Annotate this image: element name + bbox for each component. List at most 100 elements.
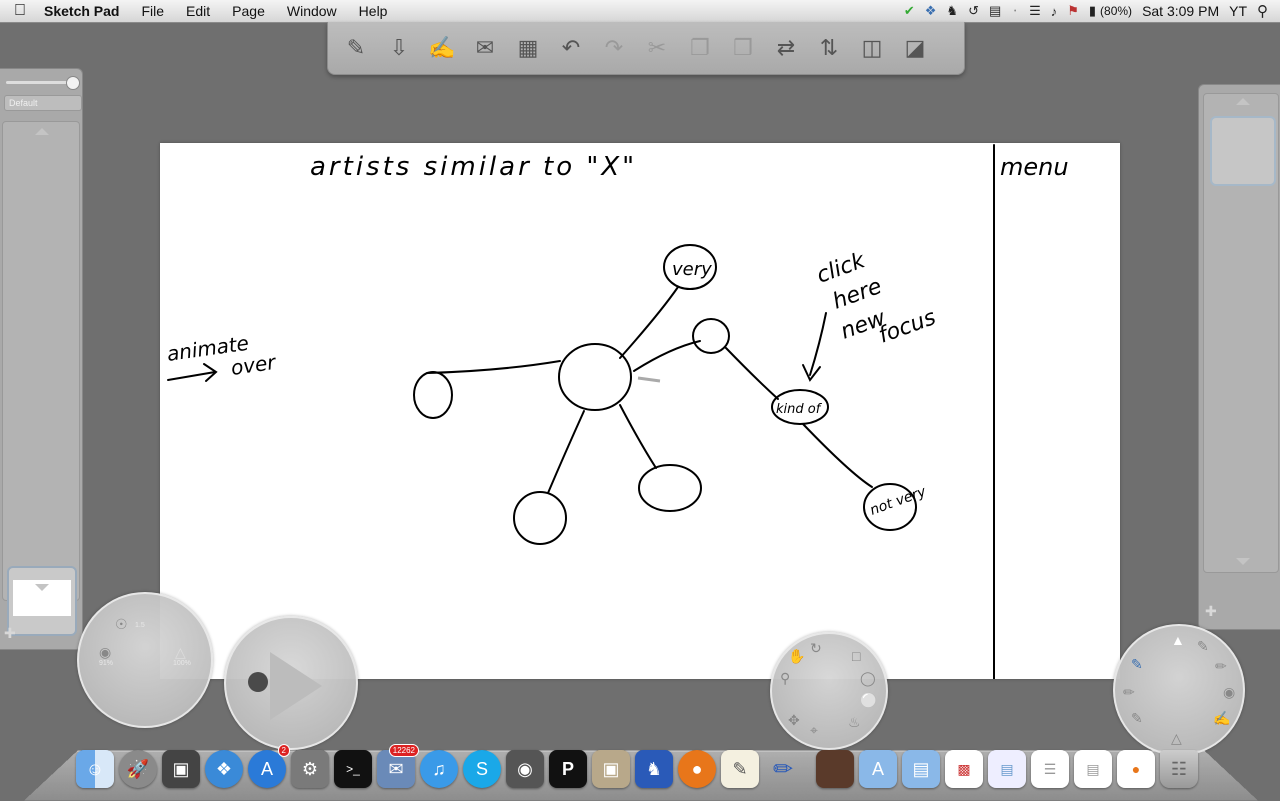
brush-settings-wheel[interactable]: ☉ 1.5 ◉ 91% △ 100% bbox=[77, 592, 213, 728]
page-list[interactable] bbox=[2, 121, 80, 636]
tools-wheel[interactable]: ✋ ↻ □ ◯ ⚪ ⚲ ✥ ⌖ ♨ bbox=[770, 632, 888, 750]
display-icon[interactable]: ▤ bbox=[989, 3, 1001, 19]
battery-percent[interactable]: (80%) bbox=[1100, 4, 1132, 18]
menu-help[interactable]: Help bbox=[348, 3, 399, 19]
app-store-icon[interactable]: A 2 bbox=[248, 744, 290, 788]
clock[interactable]: Sat 3:09 PM bbox=[1142, 3, 1219, 19]
app-menu[interactable]: Sketch Pad bbox=[40, 3, 130, 19]
new-page-icon[interactable]: ✎ bbox=[338, 30, 374, 66]
scroll-up-icon[interactable] bbox=[35, 128, 49, 135]
battery-icon[interactable]: ▮ bbox=[1089, 3, 1096, 19]
color-wheel[interactable] bbox=[224, 616, 358, 750]
prezi-icon[interactable]: P bbox=[549, 750, 587, 788]
brushes-wheel[interactable]: ▲ ✎ ✏ ◉ ✍ △ ✎ ✏ ✎ bbox=[1113, 624, 1245, 756]
user-name[interactable]: YT bbox=[1229, 3, 1247, 19]
trash-icon[interactable]: ☷ bbox=[1160, 750, 1198, 788]
dropbox-icon[interactable]: ❖ bbox=[925, 3, 937, 19]
menu-window[interactable]: Window bbox=[276, 3, 348, 19]
firefox-icon[interactable]: ● bbox=[678, 750, 716, 788]
pencil-brush-icon[interactable]: ▲ bbox=[1171, 632, 1185, 648]
menu-edit[interactable]: Edit bbox=[175, 3, 221, 19]
documents-folder-icon[interactable]: ▤ bbox=[902, 750, 940, 788]
volume-icon[interactable]: ♪ bbox=[1051, 4, 1058, 19]
opacity-icon[interactable]: ◉ bbox=[99, 644, 111, 661]
input-flag-icon[interactable]: ⚑ bbox=[1067, 3, 1079, 19]
smudge-icon[interactable]: ✍ bbox=[1213, 710, 1230, 727]
sketch-pad-icon[interactable]: ✏ bbox=[764, 750, 802, 788]
hand-tool-icon[interactable]: ✋ bbox=[788, 648, 805, 665]
safari-icon[interactable]: ❖ bbox=[205, 750, 243, 788]
airbrush-icon[interactable]: ◉ bbox=[1223, 684, 1235, 701]
webpage-document-icon[interactable]: ▤ bbox=[1074, 750, 1112, 788]
lasso-icon[interactable]: ⚪ bbox=[860, 692, 877, 709]
previous-page-icon[interactable]: ◫ bbox=[854, 30, 890, 66]
edit-page-icon[interactable]: ✍ bbox=[424, 30, 460, 66]
copy-icon[interactable]: ❐ bbox=[682, 30, 718, 66]
bluetooth-icon[interactable]: ᛫ bbox=[1011, 4, 1019, 19]
photo-booth-icon[interactable]: ▣ bbox=[162, 750, 200, 788]
itunes-icon[interactable]: ♫ bbox=[420, 750, 458, 788]
evernote-icon[interactable]: ♞ bbox=[946, 3, 958, 19]
rect-select-icon[interactable]: □ bbox=[852, 648, 860, 664]
chart-document-icon[interactable]: ▩ bbox=[945, 750, 983, 788]
recent-photo-icon[interactable] bbox=[816, 750, 854, 788]
wifi-icon[interactable]: ☰ bbox=[1029, 3, 1041, 19]
right-add-icon[interactable]: ✚ bbox=[1205, 603, 1217, 620]
time-machine-icon[interactable]: ↺ bbox=[968, 3, 979, 19]
redo-icon[interactable]: ↷ bbox=[596, 30, 632, 66]
preset-select[interactable]: Default bbox=[4, 95, 82, 111]
email-icon[interactable]: ✉ bbox=[467, 30, 503, 66]
pen-brush-icon[interactable]: ✎ bbox=[1197, 638, 1209, 655]
system-preferences-icon[interactable]: ⚙ bbox=[291, 750, 329, 788]
zoom-tool-icon[interactable]: ⚲ bbox=[780, 670, 790, 687]
brush-size-icon[interactable]: ☉ bbox=[115, 616, 128, 633]
screenshot-document-icon[interactable]: ▤ bbox=[988, 750, 1026, 788]
right-scroll-down-icon[interactable] bbox=[1236, 558, 1250, 565]
preview-icon[interactable]: ▣ bbox=[592, 750, 630, 788]
size-slider-knob[interactable] bbox=[66, 76, 80, 90]
import-icon[interactable]: ⇩ bbox=[381, 30, 417, 66]
text-document-icon[interactable]: ☰ bbox=[1031, 750, 1069, 788]
skype-icon[interactable]: S bbox=[463, 750, 501, 788]
paint-brush-icon[interactable]: ✎ bbox=[1131, 710, 1143, 727]
downloads-stack-icon[interactable]: ● bbox=[1117, 750, 1155, 788]
next-page-icon[interactable]: ◪ bbox=[897, 30, 933, 66]
size-slider-track[interactable] bbox=[6, 81, 74, 84]
crop-tool-icon[interactable]: ⌖ bbox=[810, 722, 818, 739]
applications-folder-icon[interactable]: A bbox=[859, 750, 897, 788]
add-page-icon[interactable]: ✚ bbox=[4, 625, 16, 642]
scroll-down-icon[interactable] bbox=[35, 584, 49, 591]
color-dot-icon[interactable] bbox=[248, 672, 268, 692]
marker-brush-icon[interactable]: ✏ bbox=[1215, 658, 1227, 675]
status-check-icon[interactable]: ✔ bbox=[904, 3, 915, 19]
flow-icon[interactable]: △ bbox=[175, 644, 186, 661]
right-scroll-up-icon[interactable] bbox=[1236, 98, 1250, 105]
fill-tool-icon[interactable]: ♨ bbox=[848, 714, 861, 731]
terminal-icon[interactable]: >_ bbox=[334, 750, 372, 788]
right-panel-list[interactable] bbox=[1203, 93, 1279, 573]
rotate-tool-icon[interactable]: ↻ bbox=[810, 640, 822, 657]
spotlight-search-icon[interactable]: ⚲ bbox=[1257, 2, 1268, 20]
launchpad-icon[interactable]: 🚀 bbox=[119, 750, 157, 788]
drawing-canvas[interactable]: artists similar to "X" menu animate over… bbox=[160, 143, 1120, 679]
right-panel-item[interactable] bbox=[1210, 116, 1276, 186]
cyberduck-icon[interactable]: ♞ bbox=[635, 750, 673, 788]
selected-brush-icon[interactable]: ✎ bbox=[1131, 656, 1143, 673]
paste-icon[interactable]: ❒ bbox=[725, 30, 761, 66]
menu-file[interactable]: File bbox=[130, 3, 175, 19]
move-tool-icon[interactable]: ✥ bbox=[788, 712, 800, 729]
page-thumbnail[interactable] bbox=[7, 566, 77, 636]
mail-icon[interactable]: ✉ 12262 bbox=[377, 744, 419, 788]
menu-page[interactable]: Page bbox=[221, 3, 276, 19]
ellipse-select-icon[interactable]: ◯ bbox=[860, 670, 876, 687]
apple-menu-icon[interactable]:  bbox=[0, 2, 40, 20]
flip-vertical-icon[interactable]: ⇅ bbox=[811, 30, 847, 66]
facetime-icon[interactable]: ◉ bbox=[506, 750, 544, 788]
chalk-brush-icon[interactable]: ✏ bbox=[1123, 684, 1135, 701]
undo-icon[interactable]: ↶ bbox=[553, 30, 589, 66]
cut-icon[interactable]: ✂ bbox=[639, 30, 675, 66]
finder-icon[interactable]: ☺ bbox=[76, 750, 114, 788]
photo-icon[interactable]: ▦ bbox=[510, 30, 546, 66]
textedit-icon[interactable]: ✎ bbox=[721, 750, 759, 788]
play-triangle-icon[interactable] bbox=[270, 652, 322, 720]
